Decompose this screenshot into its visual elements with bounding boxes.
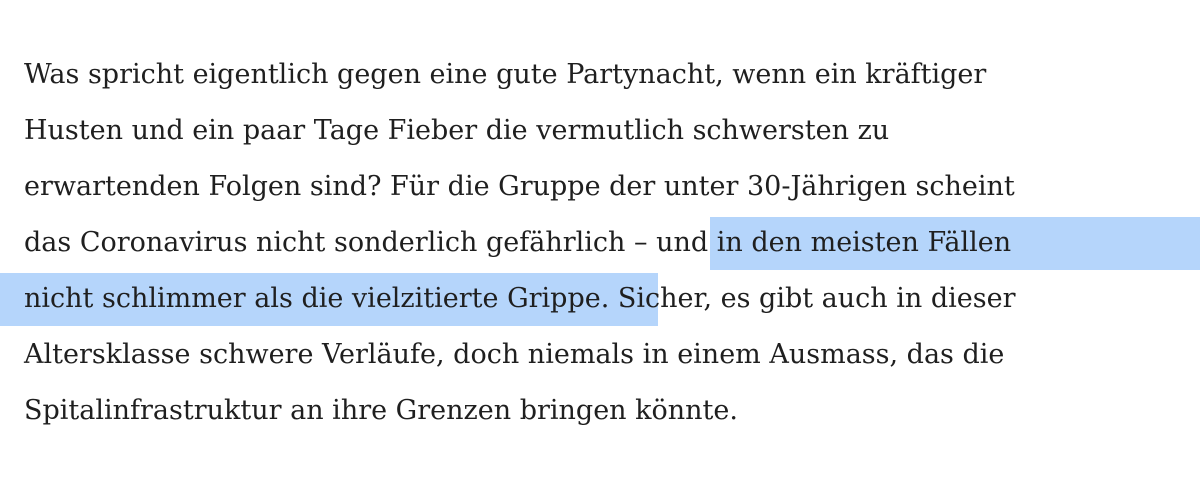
paragraph-line-7: Spitalinfrastruktur an ihre Grenzen brin… <box>0 383 1200 439</box>
paragraph-line-2: Husten und ein paar Tage Fieber die verm… <box>0 103 1200 159</box>
line-text: erwartenden Folgen sind? Für die Gruppe … <box>24 171 1015 202</box>
article-paragraph: Was spricht eigentlich gegen eine gute P… <box>0 47 1200 439</box>
selected-text[interactable]: und in den meisten Fällen <box>656 227 1011 258</box>
paragraph-line-6: Altersklasse schwere Verläufe, doch niem… <box>0 327 1200 383</box>
paragraph-line-1: Was spricht eigentlich gegen eine gute P… <box>0 47 1200 103</box>
line-text: Sicher, es gibt auch in dieser <box>609 283 1016 314</box>
selected-text[interactable]: nicht schlimmer als die vielzitierte Gri… <box>24 283 609 314</box>
line-text: Was spricht eigentlich gegen eine gute P… <box>24 59 987 90</box>
paragraph-line-4: das Coronavirus nicht sonderlich gefährl… <box>0 215 1200 271</box>
line-text: Altersklasse schwere Verläufe, doch niem… <box>24 339 1005 370</box>
line-text: Husten und ein paar Tage Fieber die verm… <box>24 115 890 146</box>
line-text: Spitalinfrastruktur an ihre Grenzen brin… <box>24 395 738 426</box>
paragraph-line-5: nicht schlimmer als die vielzitierte Gri… <box>0 271 1200 327</box>
paragraph-line-3: erwartenden Folgen sind? Für die Gruppe … <box>0 159 1200 215</box>
line-text: das Coronavirus nicht sonderlich gefährl… <box>24 227 657 258</box>
